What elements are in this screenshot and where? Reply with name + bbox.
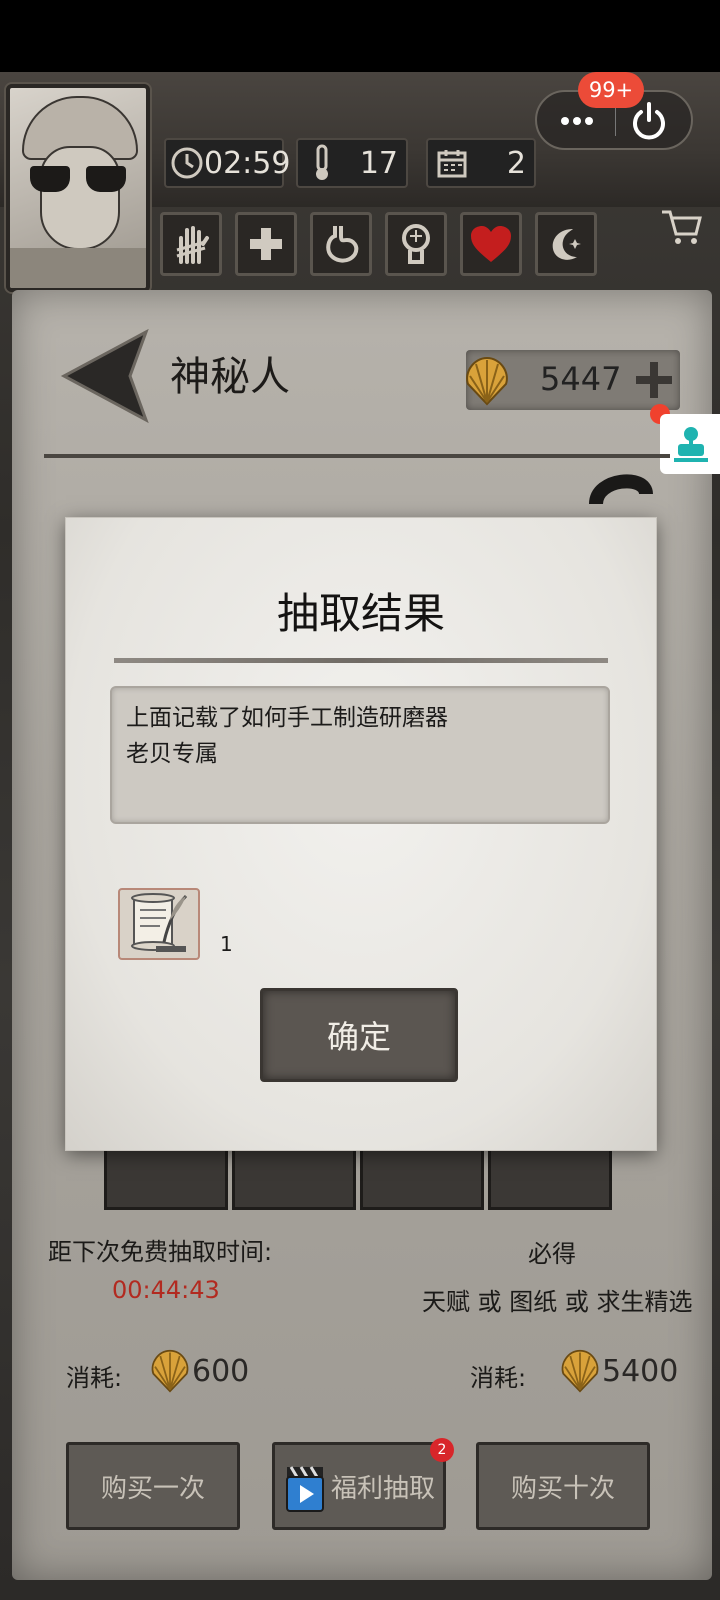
bonus-draw-label: 福利抽取: [330, 1473, 435, 1504]
confirm-label: 确定: [326, 1018, 391, 1056]
blueprint-scroll-item[interactable]: [118, 888, 200, 960]
draw-result-modal: 抽取结果 上面记载了如何手工制造研磨器 老贝专属 1 确定: [66, 518, 656, 1150]
head-mind-icon[interactable]: [385, 212, 447, 276]
guarantee-detail: 天赋 或 图纸 或 求生精选: [422, 1288, 693, 1316]
confirm-button[interactable]: 确定: [260, 988, 458, 1082]
more-menu-icon[interactable]: [555, 104, 599, 138]
buy-once-label: 购买一次: [100, 1473, 205, 1504]
single-cost-label: 消耗:: [66, 1364, 123, 1392]
next-free-draw-label: 距下次免费抽取时间:: [48, 1238, 273, 1266]
result-description-box: 上面记载了如何手工制造研磨器 老贝专属: [110, 686, 610, 824]
floating-assistant-button[interactable]: [660, 414, 720, 474]
joystick-icon: [674, 427, 708, 462]
bonus-draw-badge: 2: [430, 1438, 454, 1462]
guarantee-label: 必得: [528, 1240, 576, 1268]
video-clapper-icon: [285, 1463, 325, 1515]
clock-icon: [170, 143, 204, 183]
modal-title: 抽取结果: [276, 589, 445, 638]
clock-display: 02:59: [164, 138, 290, 188]
player-avatar[interactable]: [6, 84, 150, 292]
buy-ten-label: 购买十次: [510, 1473, 615, 1504]
help-question-icon[interactable]: [586, 464, 656, 520]
heart-icon[interactable]: [460, 212, 522, 276]
shell-icon: [462, 354, 512, 408]
temperature-display: 17: [296, 138, 408, 188]
moon-sleep-icon[interactable]: [535, 212, 597, 276]
bonus-draw-button[interactable]: 福利抽取: [272, 1442, 446, 1530]
health-cross-icon[interactable]: [235, 212, 297, 276]
header-divider: [44, 454, 670, 458]
shop-cart-icon[interactable]: [660, 206, 704, 246]
day-display: 2: [426, 138, 536, 188]
modal-divider: [114, 658, 608, 663]
buy-ten-button[interactable]: 购买十次: [476, 1442, 650, 1530]
thermometer-icon: [302, 143, 342, 183]
ten-cost-label: 消耗:: [470, 1364, 527, 1392]
ten-cost-value: 5400: [602, 1354, 679, 1389]
item-count: 1: [220, 932, 233, 956]
free-draw-countdown: 00:44:43: [112, 1276, 220, 1304]
stomach-icon[interactable]: [310, 212, 372, 276]
buy-once-button[interactable]: 购买一次: [66, 1442, 240, 1530]
calendar-icon: [432, 143, 472, 183]
clock-value: 02:59: [204, 145, 291, 181]
shell-icon: [558, 1346, 602, 1396]
single-cost-value: 600: [192, 1354, 250, 1389]
back-arrow-button[interactable]: [58, 328, 150, 424]
shell-currency-bar: 5447: [466, 350, 680, 410]
shell-icon: [148, 1346, 192, 1396]
add-shells-button[interactable]: [634, 360, 674, 400]
shell-count: 5447: [540, 360, 622, 398]
day-value: 2: [506, 145, 526, 181]
result-description-line2: 老贝专属: [126, 741, 218, 767]
page-title: 神秘人: [170, 354, 290, 400]
result-description-line1: 上面记载了如何手工制造研磨器: [126, 705, 448, 731]
notification-badge: 99+: [578, 72, 644, 108]
temperature-value: 17: [359, 145, 398, 181]
hand-injury-icon[interactable]: [160, 212, 222, 276]
scroll-quill-icon: [131, 893, 188, 952]
